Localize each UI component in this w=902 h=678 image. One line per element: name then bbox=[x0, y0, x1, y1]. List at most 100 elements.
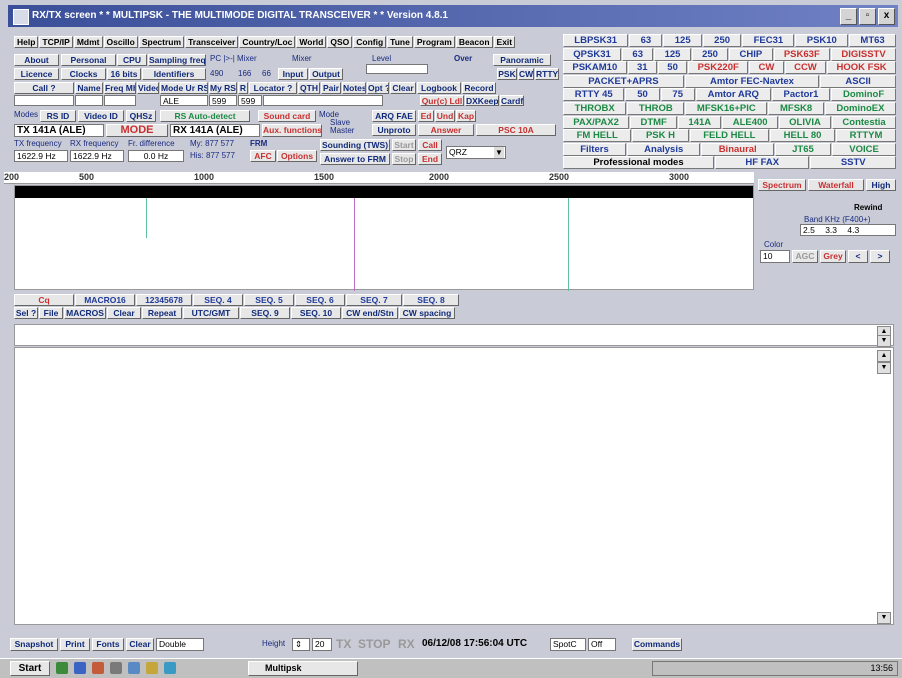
mode-button-hell-80[interactable]: HELL 80 bbox=[770, 129, 836, 143]
mode-button-63[interactable]: 63 bbox=[622, 47, 654, 61]
fonts-button[interactable]: Fonts bbox=[92, 638, 124, 651]
clear-text-button[interactable]: Clear bbox=[126, 638, 154, 651]
mode-ur-rst-button[interactable]: Mode Ur RST bbox=[160, 82, 208, 94]
rx-text-area[interactable]: ▲ ▼ ▼ bbox=[14, 347, 894, 625]
about-button[interactable]: About bbox=[14, 54, 59, 66]
macro-button[interactable]: Repeat bbox=[142, 307, 182, 319]
rewind-button[interactable]: Rewind bbox=[854, 203, 882, 212]
waterfall-button[interactable]: Waterfall bbox=[808, 179, 864, 191]
macro-button[interactable]: 12345678 bbox=[136, 294, 192, 306]
mode-button-packet-aprs[interactable]: PACKET+APRS bbox=[563, 74, 684, 88]
mode-button-digisstv[interactable]: DIGISSTV bbox=[831, 47, 897, 61]
multipsk-task-button[interactable]: Multipsk bbox=[248, 661, 358, 676]
mode-button-sstv[interactable]: SSTV bbox=[810, 156, 896, 170]
mode-button-psk-h[interactable]: PSK H bbox=[632, 129, 689, 143]
unproto-button[interactable]: Unproto bbox=[372, 124, 416, 136]
freq-button[interactable]: Freq Mhz bbox=[104, 82, 136, 94]
height-stepper[interactable]: ⇕ bbox=[292, 638, 310, 651]
clear-log-button[interactable]: Clear bbox=[390, 82, 416, 94]
menu-beacon[interactable]: Beacon bbox=[455, 36, 493, 48]
qth-button[interactable]: QTH bbox=[298, 82, 320, 94]
mode-button-jt65[interactable]: JT65 bbox=[774, 142, 832, 156]
my-rst-button[interactable]: My RST bbox=[209, 82, 237, 94]
mode-button-professional-modes[interactable]: Professional modes bbox=[563, 156, 714, 170]
mode-button-feld-hell[interactable]: FELD HELL bbox=[689, 129, 770, 143]
mode-button-125[interactable]: 125 bbox=[663, 34, 702, 47]
mode-button-250[interactable]: 250 bbox=[702, 34, 742, 47]
mode-button-psk10[interactable]: PSK10 bbox=[795, 34, 849, 47]
grey-button[interactable]: Grey bbox=[820, 250, 846, 263]
rate-option-3[interactable]: 66 bbox=[262, 69, 271, 78]
qurl-button[interactable]: Qur(c) Ldl bbox=[420, 95, 464, 106]
clocks-button[interactable]: Clocks bbox=[61, 68, 106, 80]
personal-button[interactable]: Personal bbox=[61, 54, 116, 66]
macro-button[interactable]: SEQ. 10 bbox=[291, 307, 341, 319]
spectrum-button[interactable]: Spectrum bbox=[758, 179, 806, 191]
psc-button[interactable]: PSC 10A bbox=[476, 124, 556, 136]
menu-help[interactable]: Help bbox=[14, 36, 39, 48]
scroll-down-icon[interactable]: ▼ bbox=[877, 362, 891, 374]
mode-button-voice[interactable]: VOICE bbox=[832, 142, 897, 156]
close-button[interactable]: x bbox=[878, 8, 895, 25]
bits-button[interactable]: 16 bits bbox=[107, 68, 141, 80]
freq-field[interactable] bbox=[104, 95, 136, 106]
scroll-down-icon[interactable]: ▼ bbox=[877, 612, 891, 624]
mode-button-125[interactable]: 125 bbox=[654, 47, 691, 61]
mode-button-dominof[interactable]: DominoF bbox=[831, 88, 896, 102]
menu-exit[interactable]: Exit bbox=[493, 36, 516, 48]
master-radio[interactable]: Master bbox=[330, 126, 354, 135]
quicklaunch-icon[interactable] bbox=[146, 662, 158, 674]
macro-button[interactable]: SEQ. 4 bbox=[193, 294, 243, 306]
macro-button[interactable]: SEQ. 6 bbox=[295, 294, 345, 306]
mode-button-amtor-arq[interactable]: Amtor ARQ bbox=[695, 88, 771, 102]
output-button[interactable]: Output bbox=[309, 68, 343, 80]
dxkeeper-button[interactable]: DXKeeper bbox=[465, 95, 499, 106]
cursor-rx[interactable] bbox=[354, 198, 355, 291]
mode-button-ale400[interactable]: ALE400 bbox=[722, 115, 778, 129]
band-option-3[interactable]: 4.3 bbox=[847, 225, 859, 235]
qhsz-button[interactable]: QHSz bbox=[126, 110, 156, 122]
scroll-down-icon[interactable]: ▼ bbox=[877, 335, 891, 347]
ur-rst-field[interactable]: 599 bbox=[209, 95, 237, 106]
answer-button[interactable]: Answer bbox=[418, 124, 474, 136]
call-button[interactable]: Call ? bbox=[14, 82, 74, 94]
sound-card-button[interactable]: Sound card bbox=[258, 110, 316, 122]
start-button[interactable]: Start bbox=[10, 661, 50, 676]
macro-button[interactable]: Cq bbox=[14, 294, 74, 306]
pair-button[interactable]: Pair bbox=[321, 82, 341, 94]
mode-button-throb[interactable]: THROB bbox=[627, 102, 685, 115]
macro-button[interactable]: SEQ. 8 bbox=[403, 294, 459, 306]
mode-button-psk63f[interactable]: PSK63F bbox=[773, 47, 831, 61]
print-button[interactable]: Print bbox=[60, 638, 90, 651]
menu-oscillo[interactable]: Oscillo bbox=[103, 36, 138, 48]
options-button[interactable]: Options bbox=[277, 150, 317, 162]
band-option-1[interactable]: 2.5 bbox=[803, 225, 815, 235]
mode-button-binaural[interactable]: Binaural bbox=[701, 142, 774, 156]
mode-button-pactor1[interactable]: Pactor1 bbox=[771, 88, 831, 102]
scroll-up-icon[interactable]: ▲ bbox=[877, 350, 891, 362]
locator-field[interactable] bbox=[263, 95, 383, 106]
mode-button-fec31[interactable]: FEC31 bbox=[742, 34, 795, 47]
stop-sounding-button[interactable]: Stop bbox=[392, 153, 416, 165]
macro-button[interactable]: CW end/Stn bbox=[342, 307, 398, 319]
logbook-button[interactable]: Logbook bbox=[417, 82, 461, 94]
maximize-button[interactable]: ▫ bbox=[859, 8, 876, 25]
mode-button-analysis[interactable]: Analysis bbox=[626, 142, 701, 156]
quicklaunch-icon[interactable] bbox=[56, 662, 68, 674]
mode-button-50[interactable]: 50 bbox=[625, 88, 660, 102]
rs-id-button[interactable]: RS ID bbox=[40, 110, 76, 122]
tx-button[interactable]: TX bbox=[336, 637, 351, 651]
tx-input-box[interactable]: ▲ ▼ bbox=[14, 324, 894, 347]
aux-functions-button[interactable]: Aux. functions bbox=[262, 124, 322, 137]
quicklaunch-icon[interactable] bbox=[74, 662, 86, 674]
cardf-button[interactable]: Cardf bbox=[500, 95, 524, 106]
high-button[interactable]: High bbox=[866, 179, 896, 191]
mode-button-psk220f[interactable]: PSK220F bbox=[688, 61, 749, 75]
menu-tune[interactable]: Tune bbox=[387, 36, 413, 48]
macro-button[interactable]: SEQ. 9 bbox=[240, 307, 290, 319]
record-button[interactable]: Record bbox=[462, 82, 496, 94]
sounding-button[interactable]: Sounding (TWS) bbox=[320, 139, 390, 151]
mode-button-mfsk16-pic[interactable]: MFSK16+PIC bbox=[685, 102, 768, 115]
start-button[interactable]: Start bbox=[392, 139, 416, 151]
quicklaunch-icon[interactable] bbox=[164, 662, 176, 674]
